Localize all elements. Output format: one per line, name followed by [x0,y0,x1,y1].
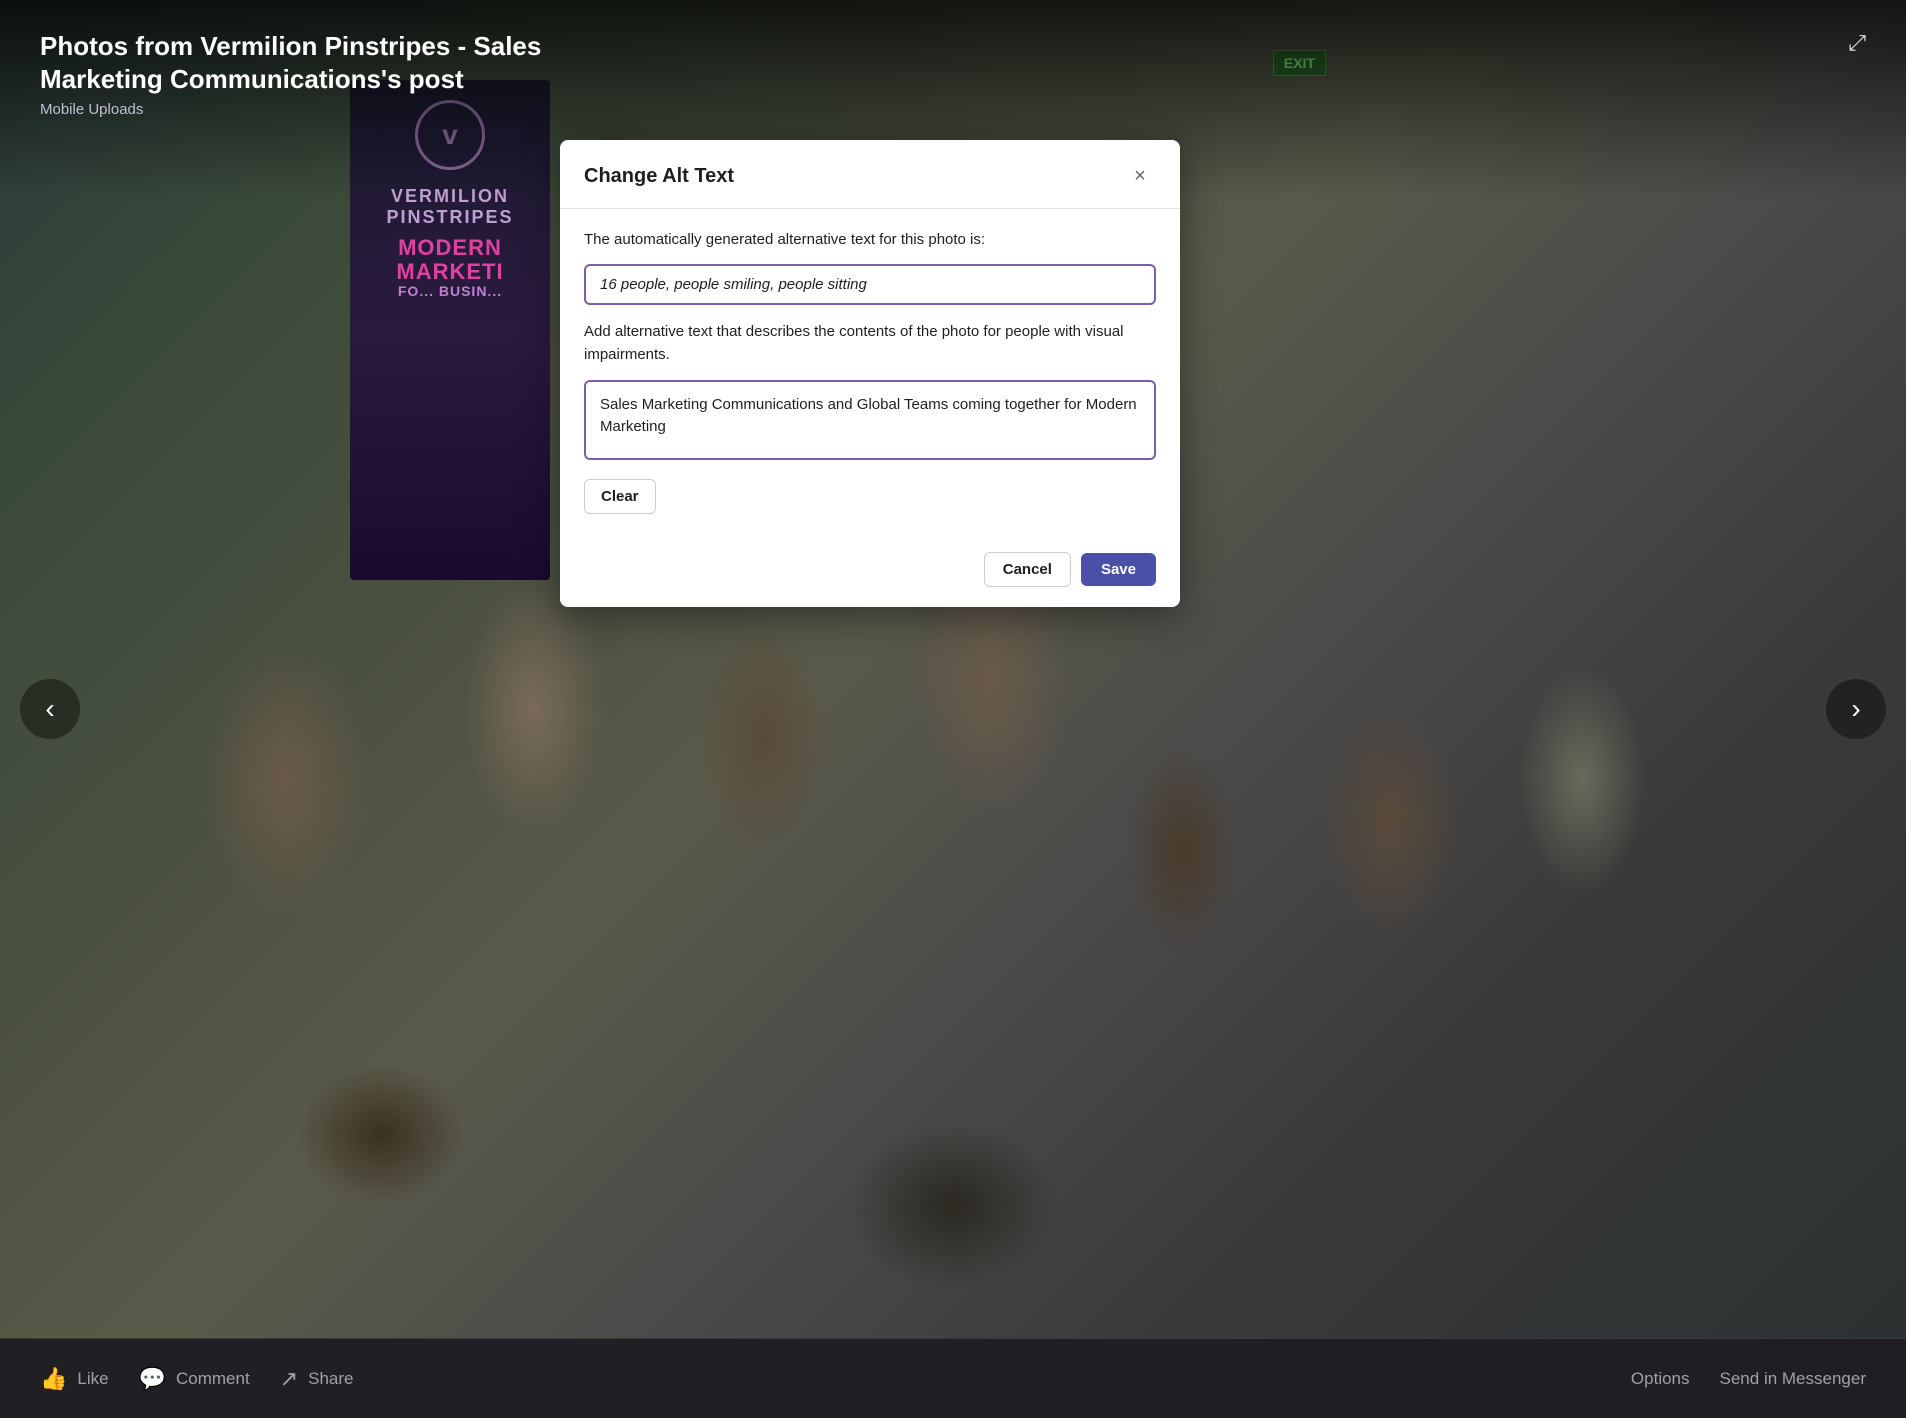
banner-tagline: MODERN MARKETI FO... BUSIN... [396,236,503,300]
comment-label: Comment [176,1369,250,1389]
photo-title-subtitle: Mobile Uploads [40,101,560,118]
modal-instructions: Add alternative text that describes the … [584,321,1156,366]
alt-text-textarea[interactable] [584,380,1156,460]
modal-close-button[interactable]: × [1124,160,1156,192]
change-alt-text-modal: Change Alt Text × The automatically gene… [560,140,1180,607]
bottom-action-bar: 👍 Like 💬 Comment ↗ Share Options Send in… [0,1338,1906,1418]
modal-title: Change Alt Text [584,165,734,188]
nav-prev-button[interactable]: ‹ [20,679,80,739]
options-button[interactable]: Options [1631,1369,1690,1389]
like-label: Like [77,1369,108,1389]
clear-button[interactable]: Clear [584,479,656,514]
cancel-button[interactable]: Cancel [984,552,1071,587]
comment-action[interactable]: 💬 Comment [139,1366,250,1392]
nav-next-button[interactable]: › [1826,679,1886,739]
share-action[interactable]: ↗ Share [280,1366,354,1392]
modal-description: The automatically generated alternative … [584,229,1156,250]
bottom-left-actions: 👍 Like 💬 Comment ↗ Share [40,1366,354,1392]
save-button[interactable]: Save [1081,553,1156,586]
messenger-button[interactable]: Send in Messenger [1720,1369,1866,1389]
like-action[interactable]: 👍 Like [40,1366,109,1392]
modal-footer: Cancel Save [560,538,1180,607]
photo-title-main: Photos from Vermilion Pinstripes - Sales… [40,30,560,95]
modal-header: Change Alt Text × [560,140,1180,209]
share-icon: ↗ [280,1366,298,1392]
like-icon: 👍 [40,1366,67,1392]
comment-icon: 💬 [139,1366,166,1392]
auto-alt-text-display: 16 people, people smiling, people sittin… [584,264,1156,305]
share-label: Share [308,1369,353,1389]
modal-body: The automatically generated alternative … [560,209,1180,538]
expand-button[interactable]: ⤢ [1848,30,1866,56]
bottom-right-actions: Options Send in Messenger [1631,1369,1866,1389]
photo-title-area: Photos from Vermilion Pinstripes - Sales… [40,30,560,118]
